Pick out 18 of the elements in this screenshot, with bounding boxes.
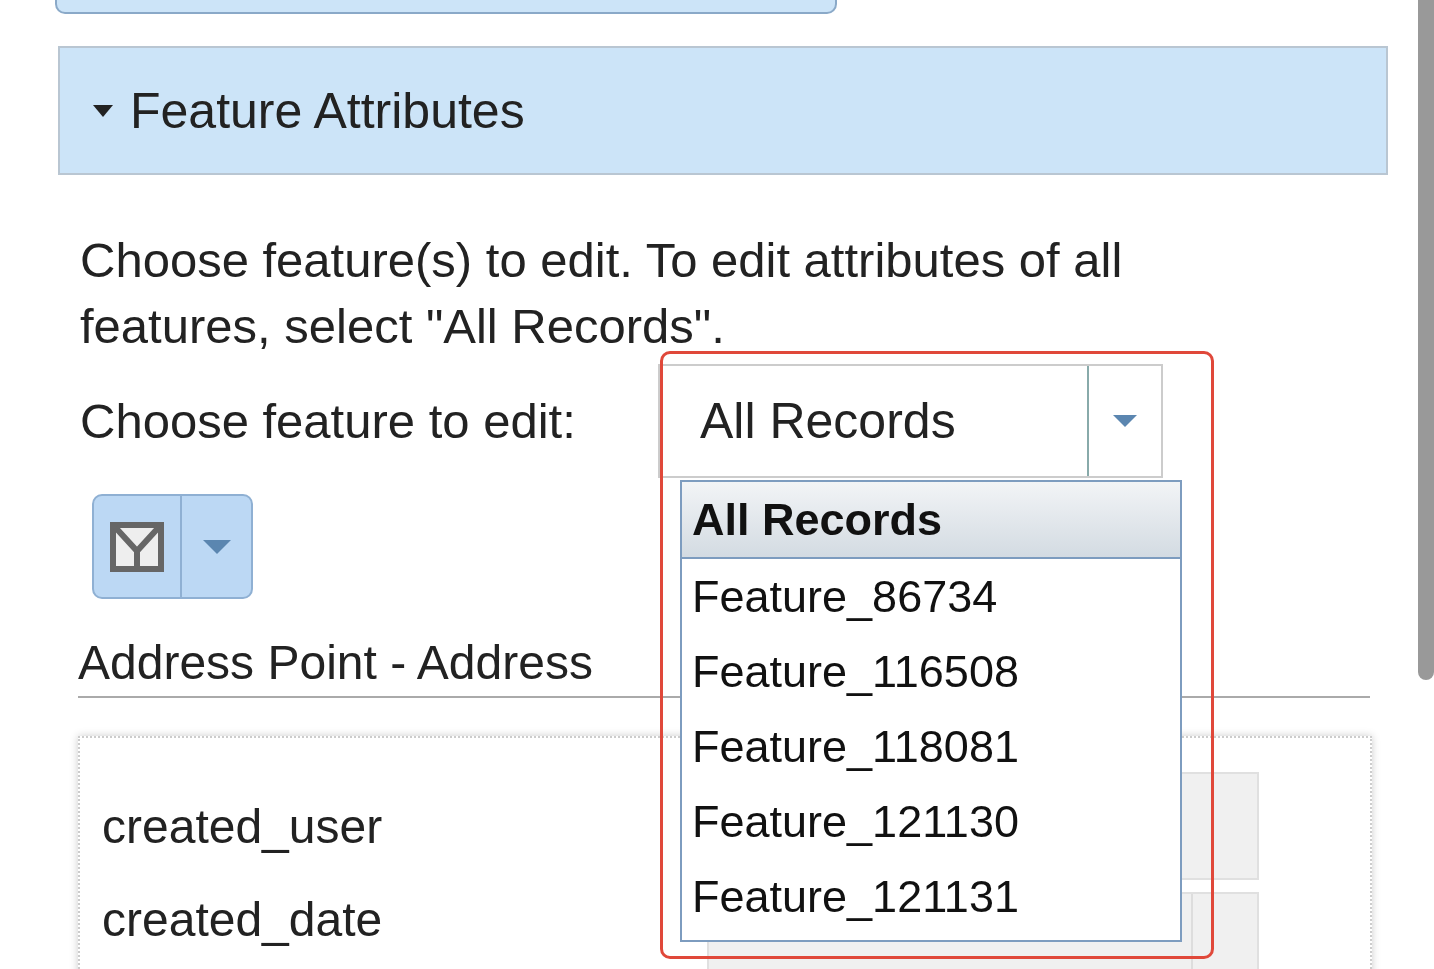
select-tool-button[interactable] [92,494,253,599]
select-icon [109,520,165,573]
panel-header[interactable]: Feature Attributes [58,46,1388,175]
dropdown-option[interactable]: Feature_86734 [682,559,1180,634]
caret-icon [92,104,114,117]
toolbar-button[interactable] [55,0,837,14]
feature-label: Choose feature to edit: [80,392,577,449]
caret-icon [201,539,232,554]
caret-icon [1112,414,1138,427]
dropdown-option[interactable]: Feature_121130 [682,784,1180,859]
feature-dropdown[interactable]: All Records [658,363,1163,478]
dropdown-option[interactable]: Feature_118081 [682,709,1180,784]
panel-title: Feature Attributes [130,81,525,140]
dropdown-option[interactable]: Feature_121131 [682,859,1180,934]
instructions-text: Choose feature(s) to edit. To edit attributes of all features, select "All Records". [80,232,1124,355]
dropdown-option[interactable]: All Records [682,482,1180,559]
field-label: created_date [102,892,384,947]
scrollbar[interactable] [1418,0,1434,680]
